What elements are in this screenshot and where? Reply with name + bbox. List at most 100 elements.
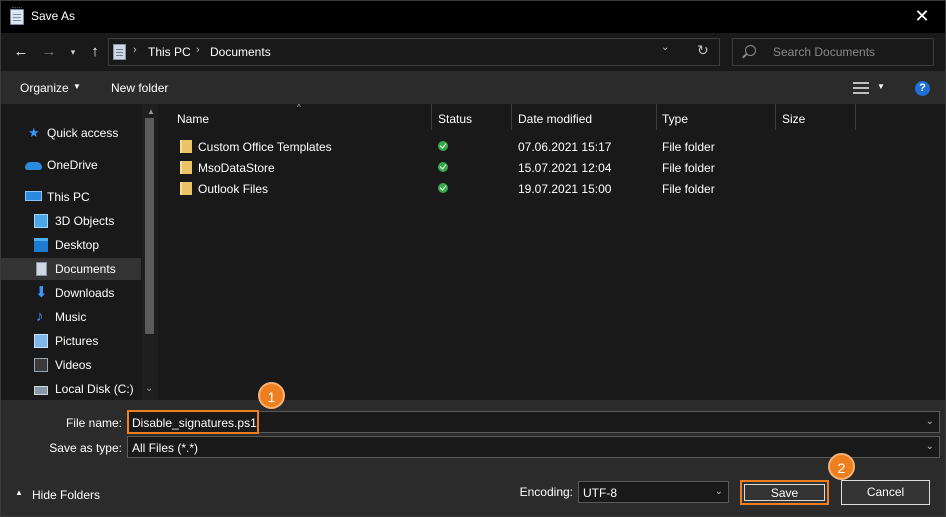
search-box[interactable]: Search Documents [732,38,934,66]
sidebar-item-quick-access[interactable]: ★ Quick access [1,122,141,144]
folder-icon [180,182,192,195]
sidebar-item-music[interactable]: ♪ Music [1,306,141,328]
organize-menu-button[interactable]: Organize [20,81,69,95]
view-options-chevron-down-icon[interactable]: ▼ [877,82,885,91]
save-as-dialog: Save As ✕ ← → ▾ ↑ › This PC › Documents … [0,0,946,517]
encoding-value: UTF-8 [583,486,617,500]
file-name-highlight [127,410,259,434]
disk-drive-icon [34,386,48,395]
file-name: Outlook Files [198,182,269,196]
back-arrow-icon[interactable]: ← [11,42,31,62]
documents-location-icon [113,44,126,60]
sidebar-item-label: OneDrive [47,158,98,172]
sidebar-item-label: 3D Objects [55,214,115,228]
sidebar-item-label: Downloads [55,286,115,300]
sync-ok-check-icon [438,162,448,172]
sidebar-item-label: Pictures [55,334,99,348]
download-arrow-icon: ⬇ [35,284,48,301]
film-icon [34,358,48,372]
sidebar-item-videos[interactable]: Videos [1,354,141,376]
help-icon[interactable]: ? [915,81,930,96]
sidebar-item-downloads[interactable]: ⬇ Downloads [1,282,141,304]
sidebar-item-3d-objects[interactable]: 3D Objects [1,210,141,232]
sync-ok-check-icon [438,141,448,151]
sidebar-item-label: Desktop [55,238,100,252]
chevron-down-icon[interactable]: ⌄ [715,486,723,497]
file-type: File folder [662,140,715,154]
file-name: Custom Office Templates [198,140,332,154]
star-icon: ★ [28,125,40,140]
notepad-icon [10,7,24,25]
column-divider[interactable] [431,104,432,130]
folder-icon [180,161,192,174]
navigation-bar: ← → ▾ ↑ › This PC › Documents ⌄ ↻ Search… [1,33,945,71]
file-row[interactable]: Outlook Files 19.07.2021 15:00 File fold… [159,178,945,199]
folder-icon [180,140,192,153]
organize-chevron-down-icon: ▼ [73,82,81,91]
sidebar-item-label: Documents [55,262,116,276]
close-button[interactable]: ✕ [899,1,945,33]
column-header-status[interactable]: Status [438,112,472,126]
up-arrow-icon[interactable]: ↑ [85,42,105,62]
hide-folders-button[interactable]: Hide Folders [32,488,100,502]
file-type: File folder [662,161,715,175]
sidebar-item-pictures[interactable]: Pictures [1,330,141,352]
sidebar-item-local-disk[interactable]: Local Disk (C:) [1,378,141,400]
file-row[interactable]: Custom Office Templates 07.06.2021 15:17… [159,136,945,157]
new-folder-button[interactable]: New folder [111,81,168,95]
document-icon [36,262,47,276]
column-header-date-modified[interactable]: Date modified [518,112,592,126]
chevron-down-icon[interactable]: ⌄ [926,441,934,452]
save-button[interactable]: Save [740,480,829,505]
encoding-select[interactable]: UTF-8 ⌄ [578,481,729,503]
desktop-icon [34,238,48,252]
column-divider[interactable] [656,104,657,130]
save-as-type-select[interactable]: All Files (*.*) ⌄ [127,436,940,458]
column-divider[interactable] [511,104,512,130]
save-as-type-value: All Files (*.*) [132,441,199,455]
address-dropdown-icon[interactable]: ⌄ [661,42,669,53]
change-view-icon[interactable] [853,82,869,94]
file-row[interactable]: MsoDataStore 15.07.2021 12:04 File folde… [159,157,945,178]
file-date: 19.07.2021 15:00 [518,182,612,196]
breadcrumb-this-pc[interactable]: This PC [148,45,191,59]
search-icon [745,45,756,56]
chevron-down-icon[interactable]: ⌄ [926,416,934,427]
sidebar-item-this-pc[interactable]: This PC [1,186,141,208]
scroll-down-icon[interactable]: ⌄ [145,383,153,394]
column-divider[interactable] [775,104,776,130]
sidebar-item-onedrive[interactable]: OneDrive [1,154,141,176]
sidebar-item-label: Music [55,310,87,324]
breadcrumb-separator-icon: › [196,44,200,56]
recent-locations-chevron-icon[interactable]: ▾ [67,42,79,62]
save-as-type-label: Save as type: [49,441,122,455]
column-divider[interactable] [855,104,856,130]
chevron-up-icon[interactable]: ▲ [15,488,23,497]
music-note-icon: ♪ [36,308,44,325]
file-name: MsoDataStore [198,161,275,175]
sidebar-item-desktop[interactable]: Desktop [1,234,141,256]
scroll-up-icon[interactable]: ▲ [147,107,155,116]
sidebar-item-documents[interactable]: Documents [1,258,141,280]
breadcrumb-documents[interactable]: Documents [210,45,271,59]
breadcrumb-separator-icon: › [133,44,137,56]
callout-badge-2: 2 [828,453,855,480]
file-date: 15.07.2021 12:04 [518,161,612,175]
sidebar-scrollbar-thumb[interactable] [145,118,154,334]
computer-icon [25,191,42,201]
sync-ok-check-icon [438,183,448,193]
save-button-label: Save [770,486,799,500]
search-placeholder: Search Documents [773,45,876,59]
cloud-icon [25,162,42,170]
refresh-icon[interactable]: ↻ [697,42,709,59]
cancel-button[interactable]: Cancel [841,480,930,505]
column-header-type[interactable]: Type [662,112,688,126]
forward-arrow-icon[interactable]: → [39,42,59,62]
callout-badge-1: 1 [258,382,285,409]
file-name-label: File name: [65,416,122,430]
file-type: File folder [662,182,715,196]
column-header-name[interactable]: Name [177,112,209,126]
file-date: 07.06.2021 15:17 [518,140,612,154]
address-bar[interactable]: › This PC › Documents ⌄ ↻ [108,38,720,66]
column-header-size[interactable]: Size [782,112,805,126]
